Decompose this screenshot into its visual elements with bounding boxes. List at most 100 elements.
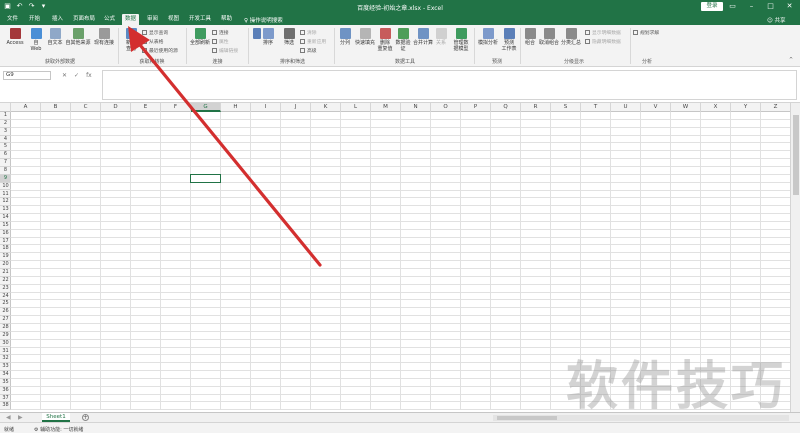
row-header-30[interactable]: 30 bbox=[0, 340, 11, 348]
row-header-19[interactable]: 19 bbox=[0, 253, 11, 262]
relationships-button[interactable]: 关系 bbox=[434, 28, 448, 46]
recent-sources-button[interactable]: 最近使用的源 bbox=[142, 47, 178, 54]
row-header-31[interactable]: 31 bbox=[0, 348, 11, 356]
flash-fill-button[interactable]: 快速填充 bbox=[353, 28, 377, 46]
show-detail-button[interactable]: 显示明细数据 bbox=[585, 29, 621, 36]
select-all-corner[interactable] bbox=[0, 103, 11, 112]
column-header-o[interactable]: O bbox=[431, 103, 461, 112]
column-header-r[interactable]: R bbox=[521, 103, 551, 112]
row-header-3[interactable]: 3 bbox=[0, 128, 11, 136]
collapse-ribbon-icon[interactable]: ^ bbox=[789, 58, 793, 63]
tab-view[interactable]: 视图 bbox=[165, 15, 182, 25]
column-header-g[interactable]: G bbox=[191, 103, 221, 112]
text-to-columns-button[interactable]: 分列 bbox=[338, 28, 352, 46]
column-header-t[interactable]: T bbox=[581, 103, 611, 112]
row-header-5[interactable]: 5 bbox=[0, 143, 11, 152]
tab-file[interactable]: 文件 bbox=[4, 15, 21, 25]
ungroup-button[interactable]: 取消组合 bbox=[538, 28, 560, 46]
what-if-analysis-button[interactable]: 模拟分析 bbox=[476, 28, 500, 46]
existing-connections-button[interactable]: 现有连接 bbox=[92, 28, 116, 46]
row-header-2[interactable]: 2 bbox=[0, 120, 11, 128]
login-button[interactable]: 登录 bbox=[701, 2, 723, 11]
scroll-thumb[interactable] bbox=[793, 115, 799, 195]
column-header-m[interactable]: M bbox=[371, 103, 401, 112]
advanced-filter-button[interactable]: 高级 bbox=[300, 47, 317, 54]
add-sheet-icon[interactable]: + bbox=[82, 414, 89, 421]
column-header-i[interactable]: I bbox=[251, 103, 281, 112]
row-header-14[interactable]: 14 bbox=[0, 214, 11, 222]
vertical-scrollbar[interactable] bbox=[790, 103, 800, 412]
row-header-27[interactable]: 27 bbox=[0, 316, 11, 324]
row-header-10[interactable]: 10 bbox=[0, 183, 11, 191]
row-header-21[interactable]: 21 bbox=[0, 269, 11, 277]
solver-button[interactable]: 规划求解 bbox=[633, 29, 659, 36]
cancel-icon[interactable]: ✕ bbox=[62, 72, 67, 79]
sort-button[interactable]: 排序 bbox=[260, 28, 276, 46]
row-header-9[interactable]: 9 bbox=[0, 174, 11, 183]
connections-button[interactable]: 连接 bbox=[212, 29, 229, 36]
column-header-e[interactable]: E bbox=[131, 103, 161, 112]
row-header-11[interactable]: 11 bbox=[0, 191, 11, 199]
from-text-button[interactable]: 自文本 bbox=[44, 28, 66, 46]
hide-detail-button[interactable]: 隐藏明细数据 bbox=[585, 38, 621, 45]
tab-review[interactable]: 审阅 bbox=[144, 15, 161, 25]
row-header-37[interactable]: 37 bbox=[0, 395, 11, 403]
new-query-button[interactable]: 新建 查询 bbox=[121, 28, 141, 52]
tell-me-search[interactable]: ♀ 操作说明搜索 bbox=[244, 16, 283, 24]
scroll-thumb[interactable] bbox=[497, 416, 557, 420]
sheet-tab[interactable]: Sheet1 bbox=[42, 413, 70, 422]
properties-button[interactable]: 属性 bbox=[212, 38, 229, 45]
tab-page-layout[interactable]: 页面布局 bbox=[70, 15, 98, 25]
row-header-28[interactable]: 28 bbox=[0, 324, 11, 332]
from-web-button[interactable]: 自 Web bbox=[28, 28, 44, 52]
row-header-1[interactable]: 1 bbox=[0, 112, 11, 120]
accessibility-status[interactable]: ⚙ 辅助功能: 一切就绪 bbox=[34, 426, 83, 433]
row-header-23[interactable]: 23 bbox=[0, 285, 11, 293]
row-header-29[interactable]: 29 bbox=[0, 332, 11, 340]
row-header-15[interactable]: 15 bbox=[0, 222, 11, 230]
column-header-d[interactable]: D bbox=[101, 103, 131, 112]
column-header-n[interactable]: N bbox=[401, 103, 431, 112]
row-header-38[interactable]: 38 bbox=[0, 402, 11, 411]
tab-data[interactable]: 数据 bbox=[122, 14, 140, 25]
manage-data-model-button[interactable]: 管理数 据模型 bbox=[450, 28, 472, 52]
column-header-z[interactable]: Z bbox=[761, 103, 790, 112]
forecast-sheet-button[interactable]: 预测 工作表 bbox=[500, 28, 518, 52]
row-header-36[interactable]: 36 bbox=[0, 387, 11, 395]
column-header-y[interactable]: Y bbox=[731, 103, 761, 112]
refresh-all-button[interactable]: 全部刷新 bbox=[188, 28, 212, 46]
data-validation-button[interactable]: 数据验 证 bbox=[394, 28, 412, 52]
consolidate-button[interactable]: 合并计算 bbox=[412, 28, 434, 46]
column-header-s[interactable]: S bbox=[551, 103, 581, 112]
row-header-4[interactable]: 4 bbox=[0, 136, 11, 144]
group-button[interactable]: 组合 bbox=[522, 28, 538, 46]
maximize-icon[interactable]: □ bbox=[766, 2, 775, 11]
minimize-icon[interactable]: – bbox=[747, 2, 756, 11]
row-header-13[interactable]: 13 bbox=[0, 206, 11, 215]
from-other-sources-button[interactable]: 自其他来源 bbox=[64, 28, 92, 46]
enter-icon[interactable]: ✓ bbox=[74, 72, 79, 79]
column-header-l[interactable]: L bbox=[341, 103, 371, 112]
access-button[interactable]: Access bbox=[3, 28, 27, 46]
edit-links-button[interactable]: 编辑链接 bbox=[212, 47, 238, 54]
column-header-b[interactable]: B bbox=[41, 103, 71, 112]
ribbon-display-icon[interactable]: ▭ bbox=[728, 2, 737, 11]
column-header-q[interactable]: Q bbox=[491, 103, 521, 112]
column-header-v[interactable]: V bbox=[641, 103, 671, 112]
row-header-18[interactable]: 18 bbox=[0, 245, 11, 254]
column-header-h[interactable]: H bbox=[221, 103, 251, 112]
remove-duplicates-button[interactable]: 删除 重复值 bbox=[377, 28, 393, 52]
column-header-k[interactable]: K bbox=[311, 103, 341, 112]
share-button[interactable]: ☺ 共享 bbox=[767, 16, 786, 24]
row-header-17[interactable]: 17 bbox=[0, 238, 11, 246]
name-box[interactable]: G9 bbox=[3, 71, 51, 80]
formula-input[interactable] bbox=[102, 70, 797, 100]
tab-home[interactable]: 开始 bbox=[26, 15, 43, 25]
row-header-20[interactable]: 20 bbox=[0, 261, 11, 269]
column-header-w[interactable]: W bbox=[671, 103, 701, 112]
column-header-u[interactable]: U bbox=[611, 103, 641, 112]
tab-insert[interactable]: 插入 bbox=[49, 15, 66, 25]
filter-button[interactable]: 筛选 bbox=[280, 28, 298, 46]
prev-sheet-icon[interactable]: ◀ bbox=[6, 414, 11, 421]
close-icon[interactable]: ✕ bbox=[785, 2, 794, 11]
